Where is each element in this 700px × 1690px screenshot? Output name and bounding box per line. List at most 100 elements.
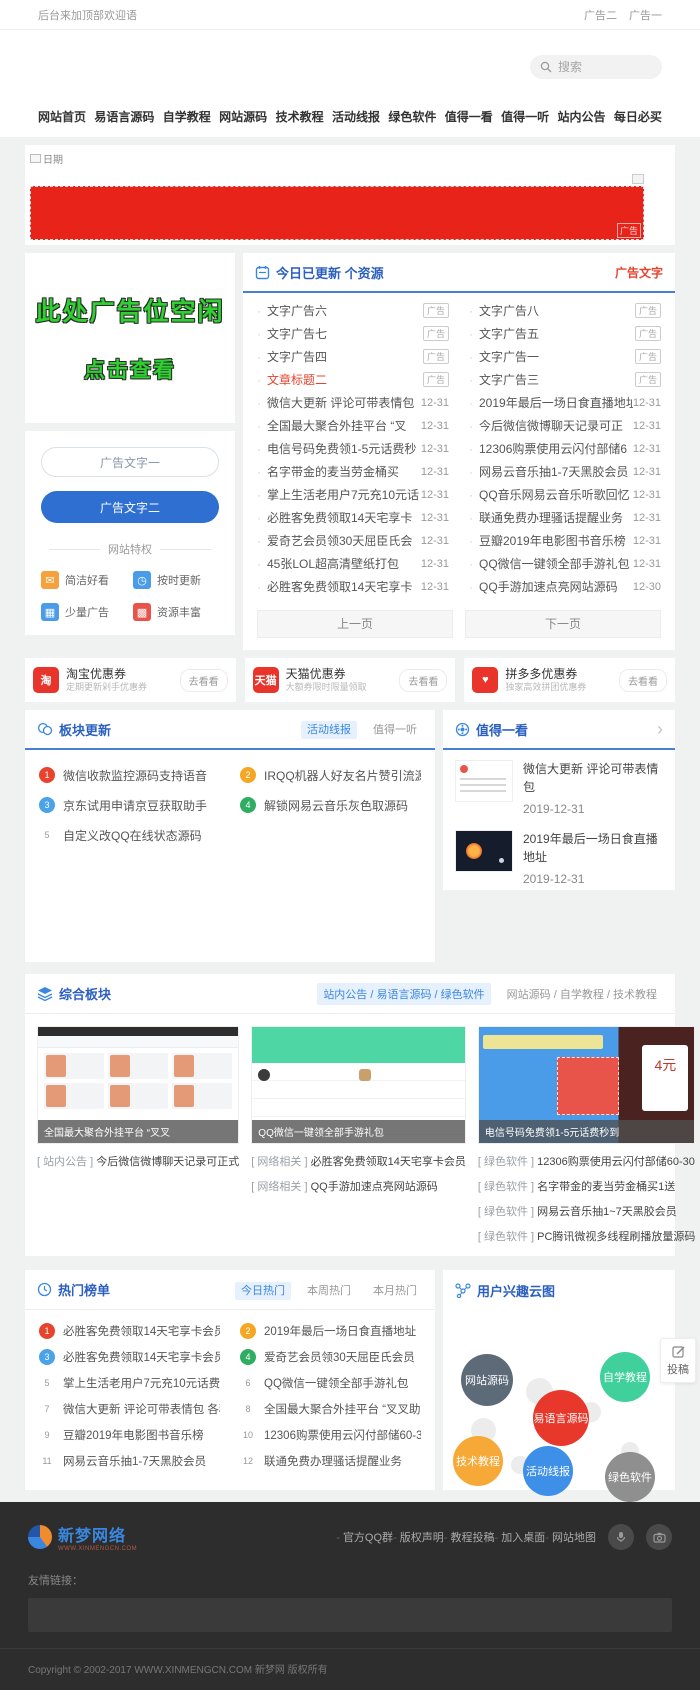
list-item[interactable]: · 豆瓣2019年电影图书音乐榜 12-31 [469, 529, 661, 552]
nav-item[interactable]: 自学教程 [163, 108, 211, 125]
coupon-go-button[interactable]: 去看看 [619, 669, 667, 692]
combo-image-1[interactable]: 全国最大聚合外挂平台 “叉叉 [37, 1026, 239, 1144]
list-item[interactable]: · 联通免费办理骚话提醒业务 12-31 [469, 506, 661, 529]
combo-tab-inactive[interactable]: 网站源码 / 自学教程 / 技术教程 [501, 983, 663, 1005]
search-box[interactable] [530, 55, 662, 79]
chevron-right-icon[interactable]: › [657, 719, 663, 740]
nav-item[interactable]: 活动线报 [332, 108, 380, 125]
hot-tab[interactable]: 本周热门 [301, 1282, 357, 1300]
list-item[interactable]: · 文章标题二 广告 [257, 368, 449, 391]
nav-item[interactable]: 技术教程 [276, 108, 324, 125]
list-item[interactable]: · 今后微信微博聊天记录可正 12-31 [469, 414, 661, 437]
list-item[interactable]: · 文字广告五 广告 [469, 322, 661, 345]
hot-item[interactable]: 9 豆瓣2019年电影图书音乐榜 [39, 1422, 220, 1448]
list-item[interactable]: · 电信号码免费领1-5元话费秒 12-31 [257, 437, 449, 460]
footer-link[interactable]: 加入桌面 [495, 1529, 546, 1545]
list-item[interactable]: · 文字广告七 广告 [257, 322, 449, 345]
list-item[interactable]: · 文字广告四 广告 [257, 345, 449, 368]
combo-item[interactable]: 站内公告今后微信微博聊天记录可正式 [37, 1153, 239, 1169]
hot-item[interactable]: 1 必胜客免费领取14天宅享卡会员 [39, 1318, 220, 1344]
blocks-tab[interactable]: 活动线报 [301, 721, 357, 739]
combo-item[interactable]: 绿色软件PC腾讯微视多线程刷播放量源码 [478, 1228, 696, 1244]
empty-ad-slot[interactable]: 此处广告位空闲 点击查看 [25, 253, 235, 423]
nav-item[interactable]: 值得一看 [445, 108, 493, 125]
block-item[interactable]: 2 IRQQ机器人好友名片赞引流源 [240, 760, 421, 790]
hot-tab[interactable]: 本月热门 [367, 1282, 423, 1300]
hot-item[interactable]: 4 爱奇艺会员领30天屈臣氏会员 [240, 1344, 421, 1370]
list-item[interactable]: · 必胜客免费领取14天宅享卡 12-31 [257, 575, 449, 598]
combo-item[interactable]: 绿色软件网易云音乐抽1~7天黑胶会员 [478, 1203, 696, 1219]
sight-item[interactable]: 微信大更新 评论可带表情包 2019-12-31 [443, 750, 675, 820]
interest-bubble[interactable]: 活动线报 [523, 1446, 573, 1496]
nav-item[interactable]: 值得一听 [501, 108, 549, 125]
hot-item[interactable]: 6 QQ微信一键领全部手游礼包 [240, 1370, 421, 1396]
list-item[interactable]: · 掌上生活老用户7元充10元话 12-31 [257, 483, 449, 506]
topbar-ad-link[interactable]: 广告二 [584, 10, 617, 22]
list-item[interactable]: · 文字广告三 广告 [469, 368, 661, 391]
coupon-card[interactable]: ♥ 拼多多优惠券 独家高效拼团优惠券 去看看 [464, 658, 675, 702]
next-page-button[interactable]: 下一页 [465, 610, 661, 638]
list-item[interactable]: · 12306购票使用云闪付部储6 12-31 [469, 437, 661, 460]
topbar-ad-link[interactable]: 广告一 [629, 10, 662, 22]
list-item[interactable]: · 全国最大聚合外挂平台 “叉 12-31 [257, 414, 449, 437]
interest-bubble[interactable]: 绿色软件 [605, 1452, 655, 1502]
block-item[interactable]: 3 京东试用申请京豆获取助手 [39, 790, 220, 820]
camera-icon[interactable] [646, 1524, 672, 1550]
combo-item[interactable]: 绿色软件名字带金的麦当劳金桶买1送 [478, 1178, 696, 1194]
ad-text-link[interactable]: 广告文字 [615, 264, 663, 281]
block-item[interactable]: 1 微信收款监控源码支持语音 [39, 760, 220, 790]
combo-image-3[interactable]: 4元 电信号码免费领1-5元话费秒到 [478, 1026, 696, 1144]
hot-item[interactable]: 5 掌上生活老用户7元充10元话费 [39, 1370, 220, 1396]
footer-link[interactable]: 版权声明 [393, 1529, 444, 1545]
nav-item[interactable]: 站内公告 [558, 108, 606, 125]
combo-image-2[interactable]: QQ微信一键领全部手游礼包 [251, 1026, 466, 1144]
hot-item[interactable]: 2 2019年最后一场日食直播地址 [240, 1318, 421, 1344]
ad-text-button-1[interactable]: 广告文字一 [41, 447, 219, 477]
list-item[interactable]: · 文字广告一 广告 [469, 345, 661, 368]
nav-item[interactable]: 网站源码 [219, 108, 267, 125]
footer-logo[interactable]: 新梦网络 WWW.XINMENGCN.COM [28, 1522, 137, 1552]
coupon-go-button[interactable]: 去看看 [180, 669, 228, 692]
list-item[interactable]: · 名字带金的麦当劳金桶买 12-31 [257, 460, 449, 483]
hot-item[interactable]: 12 联通免费办理骚话提醒业务 [240, 1448, 421, 1474]
mic-icon[interactable] [608, 1524, 634, 1550]
combo-item[interactable]: 绿色软件12306购票使用云闪付部储60-30 [478, 1153, 696, 1169]
coupon-go-button[interactable]: 去看看 [399, 669, 447, 692]
sight-item[interactable]: 2019年最后一场日食直播地址 2019-12-31 [443, 820, 675, 890]
hot-item[interactable]: 11 网易云音乐抽1-7天黑胶会员 [39, 1448, 220, 1474]
hot-tab[interactable]: 今日热门 [235, 1282, 291, 1300]
interest-bubble[interactable]: 易语言源码 [533, 1390, 589, 1446]
block-item[interactable]: 4 解锁网易云音乐灰色取源码 [240, 790, 421, 820]
nav-item[interactable]: 网站首页 [38, 108, 86, 125]
list-item[interactable]: · 微信大更新 评论可带表情包 12-31 [257, 391, 449, 414]
combo-item[interactable]: 网络相关必胜客免费领取14天宅享卡会员 [251, 1153, 466, 1169]
blocks-tab[interactable]: 值得一听 [367, 721, 423, 739]
list-item[interactable]: · QQ微信一键领全部手游礼包 12-31 [469, 552, 661, 575]
search-input[interactable] [558, 60, 648, 74]
list-item[interactable]: · QQ音乐网易云音乐听歌回忆 12-31 [469, 483, 661, 506]
block-item[interactable]: 5 自定义改QQ在线状态源码 [39, 820, 220, 850]
submit-post-button[interactable]: 投稿 [660, 1338, 696, 1383]
list-item[interactable]: · 文字广告六 广告 [257, 299, 449, 322]
hot-item[interactable]: 10 12306购票使用云闪付部储60-30 [240, 1422, 421, 1448]
interest-bubble[interactable]: 自学教程 [600, 1352, 650, 1402]
interest-bubble[interactable]: 网站源码 [461, 1354, 513, 1406]
coupon-card[interactable]: 淘 淘宝优惠券 定期更新剁手优惠券 去看看 [25, 658, 236, 702]
list-item[interactable]: · 爱奇艺会员领30天屈臣氏会 12-31 [257, 529, 449, 552]
list-item[interactable]: · 网易云音乐抽1-7天黑胶会员 12-31 [469, 460, 661, 483]
list-item[interactable]: · 2019年最后一场日食直播地址 12-31 [469, 391, 661, 414]
footer-link[interactable]: 官方QQ群 [336, 1529, 393, 1545]
nav-item[interactable]: 易语言源码 [94, 108, 154, 125]
interest-bubble[interactable]: 技术教程 [453, 1436, 503, 1486]
list-item[interactable]: · 45张LOL超高清壁纸打包 12-31 [257, 552, 449, 575]
ad-text-button-2[interactable]: 广告文字二 [41, 491, 219, 523]
list-item[interactable]: · 必胜客免费领取14天宅享卡 12-31 [257, 506, 449, 529]
red-ad-banner[interactable]: 广告 [30, 186, 644, 240]
combo-tab-active[interactable]: 站内公告 / 易语言源码 / 绿色软件 [317, 983, 490, 1005]
footer-link[interactable]: 教程投稿 [444, 1529, 495, 1545]
list-item[interactable]: · QQ手游加速点亮网站源码 12-30 [469, 575, 661, 598]
hot-item[interactable]: 8 全国最大聚合外挂平台 “叉叉助手 [240, 1396, 421, 1422]
hot-item[interactable]: 7 微信大更新 评论可带表情包 各种 [39, 1396, 220, 1422]
coupon-card[interactable]: 天猫 天猫优惠券 大额券限时限量领取 去看看 [245, 658, 456, 702]
footer-link[interactable]: 网站地图 [545, 1529, 596, 1545]
